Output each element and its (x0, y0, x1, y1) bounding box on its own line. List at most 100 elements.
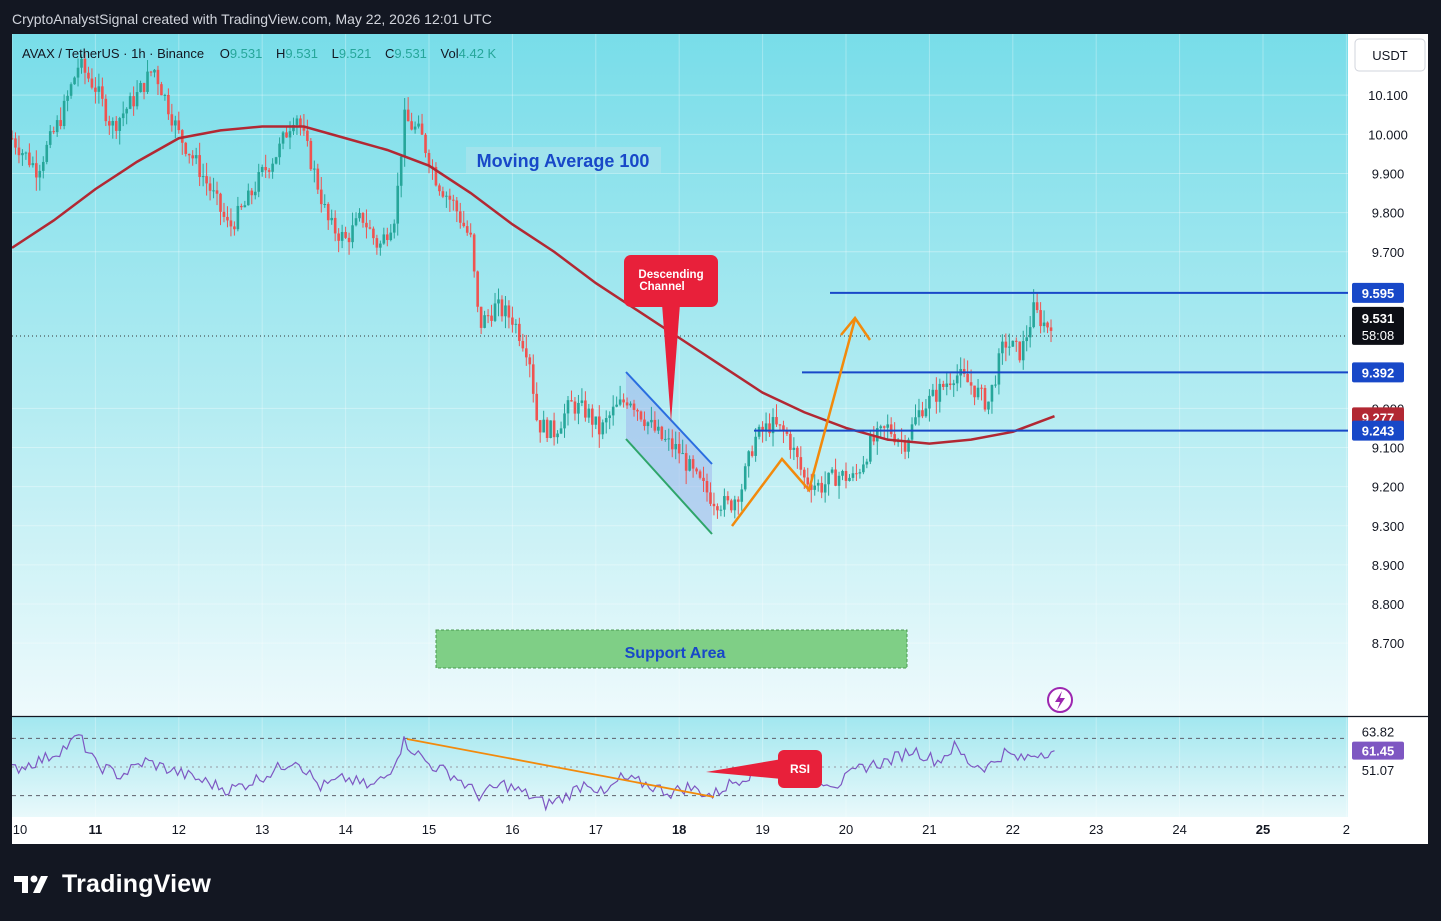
candle-body (688, 459, 691, 471)
rsi-callout-label: RSI (790, 762, 810, 776)
candle-body (278, 143, 281, 158)
candle-body (667, 438, 671, 440)
candle-body (521, 340, 525, 349)
candle-body (928, 395, 931, 409)
candle-body (1001, 341, 1004, 354)
candle-body (469, 232, 472, 235)
candle-body (177, 120, 181, 131)
candle-body (69, 84, 73, 96)
tradingview-footer[interactable]: TradingView (14, 866, 211, 902)
candle-body (733, 499, 737, 511)
candle-body (59, 120, 62, 127)
candle-body (392, 223, 396, 233)
time-axis[interactable] (12, 817, 1428, 844)
candle-body (639, 411, 643, 420)
candle-body (865, 461, 869, 465)
candle-body (250, 190, 254, 196)
price-tick-label: 8.700 (1372, 636, 1405, 651)
candle-body (326, 203, 330, 221)
support-area-group: Support Area (435, 629, 908, 669)
candle-body (253, 191, 257, 196)
candle-body (313, 168, 316, 170)
chart-svg[interactable]: Support Area Moving Average 100 Descendi… (12, 34, 1428, 844)
candle-body (455, 200, 459, 212)
candle-body (594, 416, 598, 425)
candle-body (646, 422, 650, 427)
candle-body (545, 419, 549, 438)
candle-body (226, 216, 229, 221)
candle-body (976, 387, 980, 398)
candle-body (994, 384, 997, 386)
candle-body (41, 161, 45, 171)
candle-body (542, 419, 545, 433)
candle-body (285, 132, 288, 138)
candle-body (747, 451, 750, 467)
candle-body (511, 317, 514, 325)
candle-body (803, 469, 806, 478)
candle-body (664, 438, 667, 440)
candle-body (768, 423, 771, 434)
candle-body (295, 118, 299, 125)
candle-body (410, 121, 413, 130)
candle-body (340, 231, 344, 241)
candle-body (316, 168, 320, 190)
candle-body (813, 485, 817, 490)
candle-body (653, 419, 657, 431)
level-mid-tag: 9.392 (1362, 365, 1395, 380)
candle-body (816, 482, 820, 486)
currency-button[interactable]: USDT (1354, 38, 1426, 72)
candle-body (997, 353, 1001, 385)
ohlc-legend[interactable]: AVAX / TetherUS · 1h · Binance O9.531 H9… (22, 46, 497, 61)
candle-body (914, 417, 917, 425)
candle-body (625, 402, 629, 406)
candle-body (490, 315, 493, 321)
candle-body (479, 306, 483, 328)
candle-body (942, 383, 945, 387)
candle-body (337, 233, 340, 241)
candle-body (580, 400, 584, 403)
candle-body (695, 468, 698, 472)
candle-body (323, 203, 327, 205)
candle-body (35, 163, 38, 178)
candle-body (212, 190, 215, 192)
price-tick-label: 9.200 (1372, 480, 1405, 495)
candle-body (240, 205, 243, 208)
candle-body (938, 383, 942, 402)
candle-body (28, 152, 31, 166)
candle-body (1049, 327, 1053, 331)
candle-body (215, 190, 219, 194)
candle-body (552, 420, 556, 438)
candle-body (990, 384, 994, 402)
candle-body (38, 170, 42, 178)
candle-body (396, 185, 400, 224)
high-label: H (276, 46, 285, 61)
candle-body (584, 400, 587, 418)
candle-body (125, 108, 128, 114)
candle-body (726, 496, 730, 501)
candle-body (476, 271, 479, 307)
candle-body (351, 225, 354, 243)
lightning-icon[interactable] (1047, 687, 1073, 713)
candle-body (858, 472, 862, 474)
close-value: 9.531 (394, 46, 427, 61)
candle-body (1035, 302, 1039, 311)
chart-frame[interactable]: Support Area Moving Average 100 Descendi… (12, 34, 1428, 844)
candle-body (368, 227, 372, 229)
candle-body (848, 477, 851, 481)
candle-body (55, 120, 59, 133)
candle-body (382, 234, 386, 244)
candle-body (597, 416, 601, 435)
low-label: L (332, 46, 339, 61)
candle-body (146, 71, 149, 92)
candle-body (823, 484, 827, 493)
candle-body (403, 109, 406, 157)
ma-label-group: Moving Average 100 (466, 147, 661, 173)
candle-body (413, 126, 417, 130)
candle-body (448, 195, 452, 200)
candle-body (101, 86, 104, 99)
open-value: 9.531 (230, 46, 263, 61)
candle-body (12, 138, 14, 140)
time-tick-label: 11 (89, 822, 103, 837)
candle-body (438, 185, 441, 192)
candle-body (611, 406, 615, 416)
